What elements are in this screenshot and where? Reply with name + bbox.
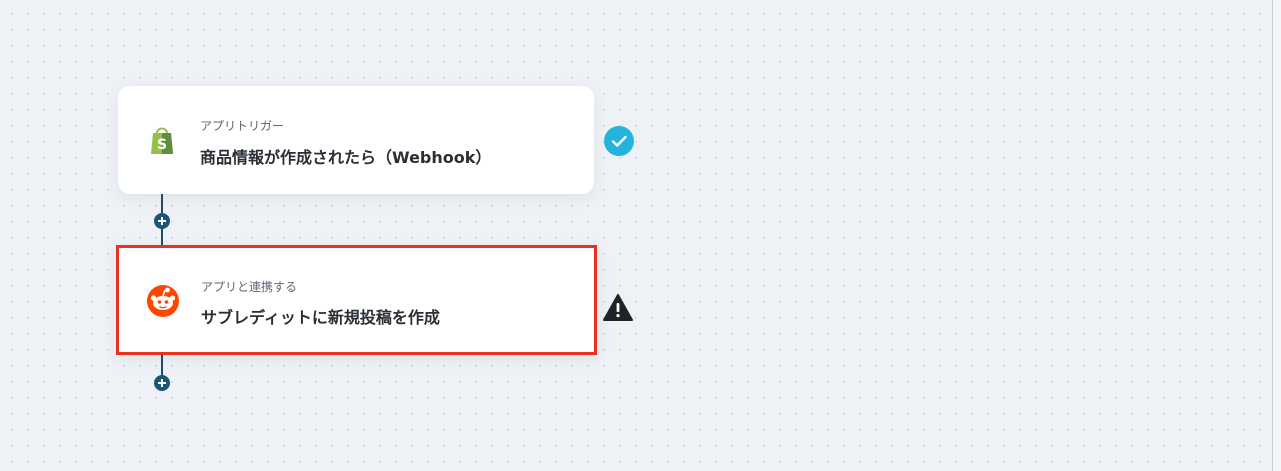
reddit-icon	[147, 285, 179, 317]
trigger-subtitle: アプリトリガー	[200, 119, 285, 133]
action-title: サブレディットに新規投稿を作成	[201, 308, 440, 327]
trigger-title: 商品情報が作成されたら（Webhook）	[200, 148, 492, 167]
trigger-card[interactable]: S アプリトリガー 商品情報が作成されたら（Webhook）	[118, 86, 594, 194]
scrollbar-edge	[1272, 0, 1281, 471]
check-circle-icon	[604, 126, 634, 156]
action-subtitle: アプリと連携する	[201, 280, 298, 294]
add-step-button[interactable]	[154, 213, 170, 229]
shopify-icon: S	[151, 127, 173, 154]
add-step-button[interactable]	[154, 375, 170, 391]
warning-icon	[603, 294, 633, 321]
svg-text:S: S	[157, 137, 167, 153]
action-card[interactable]: アプリと連携する サブレディットに新規投稿を作成	[116, 245, 597, 355]
